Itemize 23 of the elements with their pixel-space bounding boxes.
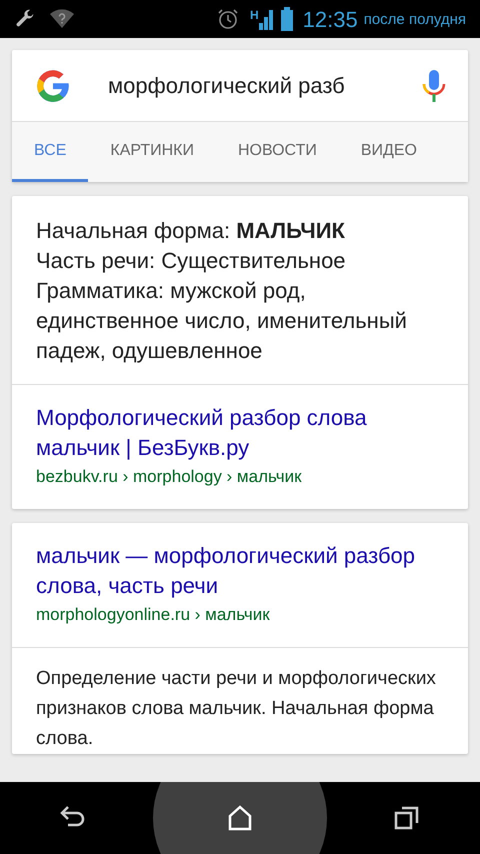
battery-icon [280, 7, 293, 31]
search-field[interactable]: морфологический разб [108, 69, 422, 102]
network-type-label: H [250, 7, 259, 24]
result-snippet: Определение части речи и морфологических признаков слова мальчик. Начальная форма слова. [36, 667, 437, 751]
result-title-link[interactable]: Морфологический разбор слова мальчик | БезБукв.ру [36, 403, 444, 463]
answer-line: Начальная форма: МАЛЬЧИК [36, 217, 346, 245]
search-tab[interactable]: ВИДЕО [338, 122, 439, 182]
search-tab[interactable]: КАРТИНКИ [88, 122, 216, 182]
clock-period: после полудня [364, 10, 466, 30]
answer-line: Часть речи: Существительное [36, 247, 347, 275]
microphone-icon[interactable] [422, 70, 446, 102]
clock-time: 12:35 [302, 6, 358, 34]
signal-icon [258, 8, 275, 30]
search-tab[interactable]: НОВОСТИ [216, 122, 339, 182]
home-icon [228, 805, 252, 831]
alarm-icon [216, 7, 240, 31]
result-url: bezbukv.ru › morphology › мальчик [36, 466, 303, 488]
recent-apps-icon [394, 805, 420, 831]
result-url: morphologyonline.ru › мальчик [36, 604, 271, 626]
wifi-icon [50, 9, 74, 29]
search-tab[interactable]: ВСЕ [12, 122, 88, 182]
answer-line: Грамматика: мужской род, единственное число, именительный падеж, одушевленное [36, 277, 408, 365]
result-title-link[interactable]: мальчик — морфологический разбор слова, часть речи [36, 541, 444, 601]
